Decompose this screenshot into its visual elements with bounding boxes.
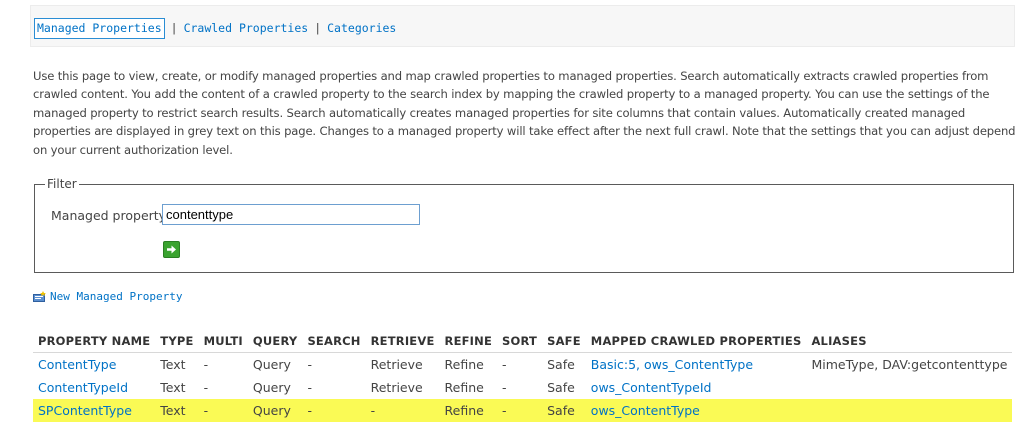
property-name-link[interactable]: SPContentType	[38, 403, 132, 418]
mapped-crawled-properties-link[interactable]: ows_ContentType	[591, 403, 700, 418]
arrow-right-icon	[167, 245, 176, 254]
property-name-link[interactable]: ContentTypeId	[38, 380, 128, 395]
page-description: Use this page to view, create, or modify…	[33, 69, 1016, 157]
new-managed-property-link[interactable]: New Managed Property	[33, 290, 182, 303]
search-cell: -	[302, 399, 366, 422]
sort-cell: -	[497, 399, 543, 422]
mapped-crawled-properties-link[interactable]: Basic:5, ows_ContentType	[591, 357, 753, 372]
type-cell: Text	[160, 380, 186, 395]
nav-crawled-properties[interactable]: Crawled Properties	[184, 21, 309, 35]
aliases-cell: MimeType, DAV:getcontenttype	[806, 352, 1013, 376]
filter-legend: Filter	[45, 177, 79, 191]
header-mapped-crawled-properties[interactable]: MAPPED CRAWLED PROPERTIES	[586, 330, 807, 353]
retrieve-cell: Retrieve	[365, 352, 440, 376]
search-cell: -	[307, 380, 312, 395]
multi-cell: -	[198, 399, 248, 422]
safe-cell: Safe	[542, 399, 586, 422]
header-aliases[interactable]: ALIASES	[806, 330, 1012, 353]
property-name-link[interactable]: ContentType	[38, 357, 116, 372]
nav-links: Managed Properties | Crawled Properties …	[34, 17, 396, 39]
header-property-name[interactable]: PROPERTY NAME	[33, 330, 155, 353]
nav-managed-properties[interactable]: Managed Properties	[34, 17, 165, 39]
nav-separator: |	[314, 21, 322, 35]
refine-cell: Refine	[439, 352, 498, 376]
sort-cell: -	[497, 352, 543, 376]
managed-property-input[interactable]	[162, 204, 420, 225]
search-cell: -	[302, 352, 366, 376]
aliases-cell	[806, 376, 1012, 399]
refine-cell: Refine	[439, 399, 498, 422]
header-safe[interactable]: SAFE	[542, 330, 586, 353]
type-cell: Text	[155, 352, 199, 376]
managed-properties-table: PROPERTY NAME TYPE MULTI QUERY SEARCH RE…	[33, 330, 1013, 422]
refine-cell: Refine	[444, 380, 484, 395]
retrieve-cell: Retrieve	[370, 380, 423, 395]
aliases-cell	[806, 399, 1013, 422]
nav-separator: |	[170, 21, 178, 35]
header-search[interactable]: SEARCH	[302, 330, 365, 353]
nav-categories[interactable]: Categories	[327, 21, 396, 35]
header-retrieve[interactable]: RETRIEVE	[366, 330, 440, 353]
safe-cell: Safe	[547, 380, 575, 395]
sort-cell: -	[502, 380, 507, 395]
managed-property-label: Managed property	[51, 208, 167, 223]
header-refine[interactable]: REFINE	[440, 330, 498, 353]
header-query[interactable]: QUERY	[248, 330, 303, 353]
header-multi[interactable]: MULTI	[199, 330, 248, 353]
multi-cell: -	[198, 352, 248, 376]
table-row: ContentTypeId Text - Query - Retrieve Re…	[33, 376, 1012, 399]
filter-fieldset: Filter Managed property	[34, 177, 1014, 273]
type-cell: Text	[155, 399, 199, 422]
header-sort[interactable]: SORT	[497, 330, 542, 353]
multi-cell: -	[203, 380, 209, 395]
retrieve-cell: -	[365, 399, 440, 422]
new-managed-property-label: New Managed Property	[50, 290, 183, 303]
new-item-icon	[33, 290, 46, 302]
table-header-row: PROPERTY NAME TYPE MULTI QUERY SEARCH RE…	[33, 330, 1012, 353]
table-row-highlighted: SPContentType Text - Query - - Refine - …	[33, 399, 1013, 422]
top-navigation: Managed Properties | Crawled Properties …	[30, 5, 1015, 47]
filter-go-button[interactable]	[163, 241, 180, 258]
query-cell: Query	[247, 352, 303, 376]
table-row: ContentType Text - Query - Retrieve Refi…	[33, 352, 1013, 376]
header-type[interactable]: TYPE	[155, 330, 198, 353]
mapped-crawled-properties-link[interactable]: ows_ContentTypeId	[591, 380, 712, 395]
query-cell: Query	[252, 380, 291, 395]
safe-cell: Safe	[542, 352, 586, 376]
query-cell: Query	[247, 399, 303, 422]
